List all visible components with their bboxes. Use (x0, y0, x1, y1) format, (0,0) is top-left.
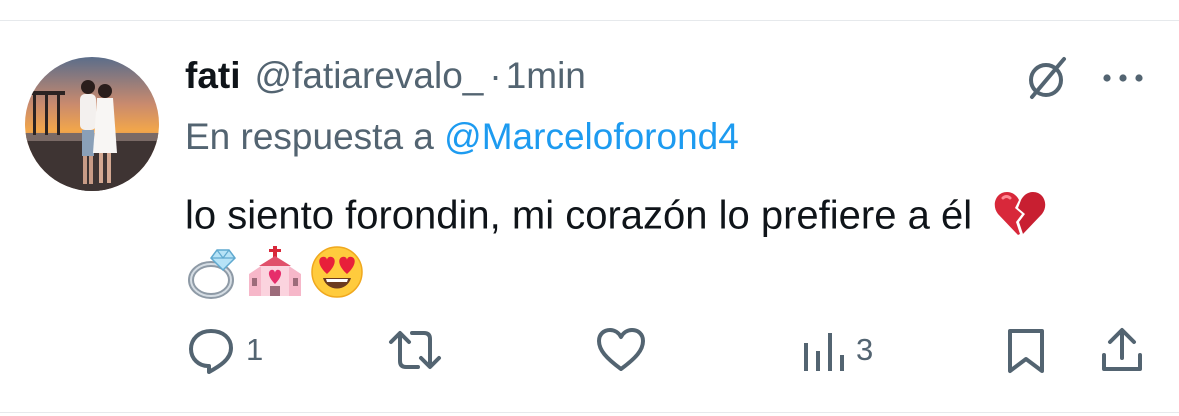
tweet-header: fati @fatiarevalo_ · 1min (185, 55, 586, 101)
heart-icon[interactable] (596, 325, 646, 375)
wedding-chapel-emoji-icon (247, 244, 303, 300)
reply-context: En respuesta a @Marceloforond4 (185, 116, 739, 158)
tweet-actions-bar: 1 3 (0, 322, 1179, 378)
separator-dot: · (489, 55, 502, 96)
top-divider (0, 20, 1179, 21)
share-action[interactable] (1098, 322, 1146, 378)
reply-mention-link[interactable]: @Marceloforond4 (444, 116, 739, 157)
user-handle[interactable]: @fatiarevalo_ (255, 55, 484, 97)
reply-bubble-icon[interactable] (186, 325, 236, 375)
ring-emoji-icon (185, 244, 241, 300)
bookmark-icon[interactable] (1004, 325, 1048, 375)
tweet-body-text: lo siento forondin, mi corazón lo prefie… (185, 193, 973, 238)
reply-prefix: En respuesta a (185, 116, 434, 157)
reply-action[interactable]: 1 (186, 322, 263, 378)
display-name[interactable]: fati (185, 55, 241, 97)
bookmark-action[interactable] (1004, 322, 1048, 378)
reply-count: 1 (246, 332, 264, 367)
avatar-photo (25, 57, 159, 191)
bottom-divider (0, 412, 1179, 413)
retweet-icon[interactable] (387, 325, 443, 375)
grok-slash-circle-icon[interactable] (1022, 53, 1072, 103)
views-action[interactable]: 3 (800, 322, 873, 378)
like-action[interactable] (596, 322, 646, 378)
views-count: 3 (856, 332, 874, 367)
bar-chart-icon[interactable] (800, 325, 846, 375)
tweet-text: lo siento forondin, mi corazón lo prefie… (185, 188, 1047, 248)
share-upload-icon[interactable] (1098, 325, 1146, 375)
more-dots-icon[interactable] (1100, 70, 1146, 86)
avatar[interactable] (25, 57, 159, 191)
heart-eyes-face-emoji-icon (309, 244, 365, 300)
timestamp[interactable]: 1min (506, 55, 586, 97)
retweet-action[interactable] (387, 322, 443, 378)
broken-heart-emoji-icon (993, 188, 1047, 248)
emoji-row (185, 242, 365, 302)
